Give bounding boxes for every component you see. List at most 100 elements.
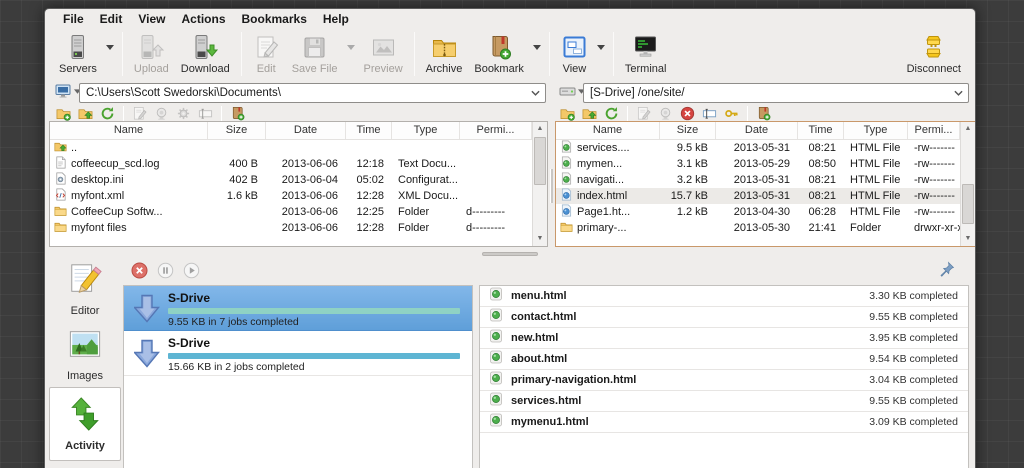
pin-icon[interactable]: [939, 261, 955, 277]
delete-button[interactable]: [679, 105, 696, 122]
column-header-permi[interactable]: Permi...: [460, 122, 532, 139]
chevron-down-icon[interactable]: [531, 90, 540, 97]
queue-item[interactable]: S-Drive15.66 KB in 2 jobs completed: [124, 331, 472, 376]
file-row[interactable]: navigati...3.2 kB2013-05-3108:21HTML Fil…: [556, 172, 960, 188]
file-ini-icon: [54, 172, 67, 188]
local-file-list: ..coffeecup_scd.log400 B2013-06-0612:18T…: [50, 140, 532, 236]
folder-up-button[interactable]: [581, 105, 598, 122]
menu-edit[interactable]: Edit: [92, 10, 131, 28]
scroll-down-icon[interactable]: ▼: [533, 232, 547, 246]
menu-actions[interactable]: Actions: [173, 10, 233, 28]
scroll-up-icon[interactable]: ▲: [961, 122, 975, 136]
file-row[interactable]: services....9.5 kB2013-05-3108:21HTML Fi…: [556, 140, 960, 156]
folder-new-button[interactable]: [559, 105, 576, 122]
file-name: services....: [577, 142, 630, 154]
remote-vertical-scrollbar[interactable]: ▲ ▼: [960, 122, 975, 246]
bookmark-button[interactable]: Bookmark: [468, 30, 530, 76]
bookmark-add-button[interactable]: [755, 105, 772, 122]
page-edit-button: [131, 105, 148, 122]
file-row[interactable]: Page1.ht...1.2 kB2013-04-3006:28HTML Fil…: [556, 204, 960, 220]
toolbar-separator: [414, 32, 415, 76]
scrollbar-thumb[interactable]: [534, 137, 546, 185]
menu-file[interactable]: File: [55, 10, 92, 28]
file-row[interactable]: primary-...2013-05-3021:41Folderdrwxr-xr…: [556, 220, 960, 236]
disconnect-button[interactable]: Disconnect: [901, 30, 967, 76]
completed-file-row[interactable]: contact.html9.55 KB completed: [480, 307, 968, 328]
key-button[interactable]: [723, 105, 740, 122]
menu-help[interactable]: Help: [315, 10, 357, 28]
sidebar-tab-editor[interactable]: Editor: [49, 257, 121, 321]
file-name: CoffeeCup Softw...: [71, 206, 163, 218]
menu-view[interactable]: View: [130, 10, 173, 28]
file-row[interactable]: myfont files2013-06-0612:28Folderd------…: [50, 220, 532, 236]
bookmark-add-button[interactable]: [229, 105, 246, 122]
save-button: Save File: [286, 30, 344, 76]
sidebar-tab-activity[interactable]: Activity: [49, 387, 121, 461]
view-button[interactable]: View: [555, 30, 594, 76]
refresh-button[interactable]: [603, 105, 620, 122]
remote-path-combobox[interactable]: [S-Drive] /one/site/: [583, 83, 969, 103]
file-row[interactable]: desktop.ini402 B2013-06-0405:02Configura…: [50, 172, 532, 188]
queue-item[interactable]: S-Drive9.55 KB in 7 jobs completed: [124, 286, 472, 331]
column-header-name[interactable]: Name: [556, 122, 660, 139]
column-header-time[interactable]: Time: [798, 122, 844, 139]
terminal-button[interactable]: Terminal: [619, 30, 673, 76]
folder-up-button[interactable]: [77, 105, 94, 122]
completed-file-row[interactable]: services.html9.55 KB completed: [480, 391, 968, 412]
completed-file-row[interactable]: about.html9.54 KB completed: [480, 349, 968, 370]
file-row[interactable]: ..: [50, 140, 532, 156]
stop-button[interactable]: [131, 262, 148, 279]
file-type-cell: XML Docu...: [392, 190, 460, 202]
scroll-up-icon[interactable]: ▲: [533, 122, 547, 136]
column-header-size[interactable]: Size: [208, 122, 266, 139]
menu-bookmarks[interactable]: Bookmarks: [234, 10, 315, 28]
completed-file-row[interactable]: menu.html3.30 KB completed: [480, 286, 968, 307]
archive-button[interactable]: Archive: [420, 30, 469, 76]
sidebar-tab-images[interactable]: Images: [49, 321, 121, 387]
html-blue-icon: [560, 204, 573, 220]
local-vertical-scrollbar[interactable]: ▲ ▼: [532, 122, 547, 246]
refresh-button[interactable]: [99, 105, 116, 122]
file-size-cell: 15.7 kB: [660, 190, 716, 202]
column-header-size[interactable]: Size: [660, 122, 716, 139]
local-root-button[interactable]: [55, 84, 81, 98]
html-file-icon: [480, 413, 511, 432]
file-row[interactable]: coffeecup_scd.log400 B2013-06-0612:18Tex…: [50, 156, 532, 172]
dropdown-arrow-icon[interactable]: [530, 30, 544, 64]
column-header-name[interactable]: Name: [50, 122, 208, 139]
download-button[interactable]: Download: [175, 30, 236, 76]
file-row[interactable]: myfont.xml1.6 kB2013-06-0612:28XML Docu.…: [50, 188, 532, 204]
file-name-cell: desktop.ini: [50, 172, 208, 188]
remote-root-button[interactable]: [559, 84, 585, 98]
file-row[interactable]: mymen...3.1 kB2013-05-2908:50HTML File-r…: [556, 156, 960, 172]
column-header-type[interactable]: Type: [392, 122, 460, 139]
local-path-combobox[interactable]: C:\Users\Scott Swedorski\Documents\: [79, 83, 546, 103]
column-header-permi[interactable]: Permi...: [908, 122, 960, 139]
completed-file-name: primary-navigation.html: [511, 374, 636, 386]
file-row[interactable]: index.html15.7 kB2013-05-3108:21HTML Fil…: [556, 188, 960, 204]
folder-icon: [54, 220, 67, 236]
panel-splitter-vertical[interactable]: [548, 121, 555, 247]
column-header-date[interactable]: Date: [716, 122, 798, 139]
scrollbar-thumb[interactable]: [962, 184, 974, 224]
scroll-down-icon[interactable]: ▼: [961, 232, 975, 246]
panel-splitter-horizontal[interactable]: [45, 249, 975, 258]
completed-file-row[interactable]: mymenu1.html3.09 KB completed: [480, 412, 968, 433]
archive-icon: [431, 32, 458, 62]
toolbar-button-label: Preview: [364, 63, 403, 75]
dropdown-arrow-icon[interactable]: [103, 30, 117, 64]
completed-file-name: services.html: [511, 395, 581, 407]
chevron-down-icon[interactable]: [954, 90, 963, 97]
column-header-time[interactable]: Time: [346, 122, 392, 139]
file-name-cell: Page1.ht...: [556, 204, 660, 220]
column-header-type[interactable]: Type: [844, 122, 908, 139]
column-header-date[interactable]: Date: [266, 122, 346, 139]
terminal-icon: [632, 32, 659, 62]
rename-button[interactable]: [701, 105, 718, 122]
dropdown-arrow-icon[interactable]: [594, 30, 608, 64]
folder-new-button[interactable]: [55, 105, 72, 122]
completed-file-row[interactable]: primary-navigation.html3.04 KB completed: [480, 370, 968, 391]
servers-button[interactable]: Servers: [53, 30, 103, 76]
file-row[interactable]: CoffeeCup Softw...2013-06-0612:25Folderd…: [50, 204, 532, 220]
completed-file-row[interactable]: new.html3.95 KB completed: [480, 328, 968, 349]
